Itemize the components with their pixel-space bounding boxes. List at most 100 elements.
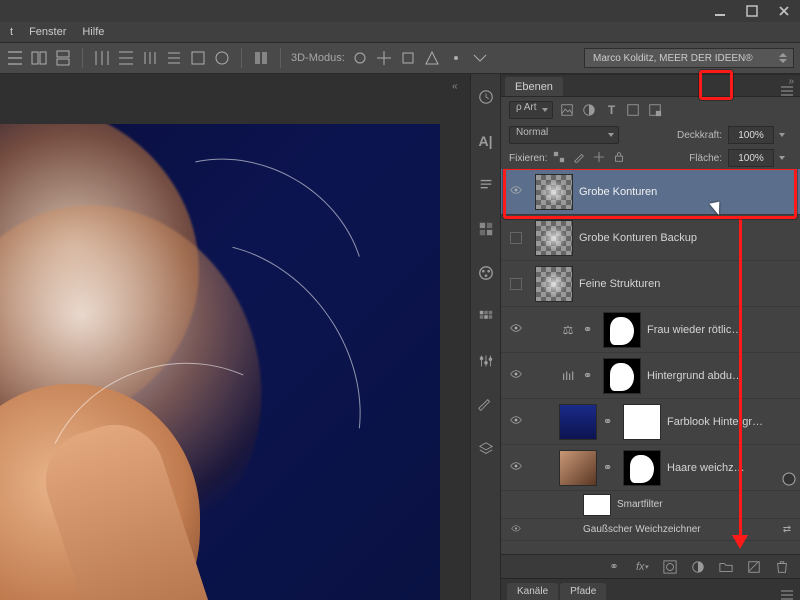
- opacity-value[interactable]: 100%: [728, 126, 774, 144]
- window-close-button[interactable]: [768, 0, 800, 22]
- layer-row[interactable]: Grobe Konturen Backup: [501, 215, 800, 261]
- document-canvas[interactable]: [0, 124, 440, 600]
- layer-thumbnail[interactable]: [535, 174, 573, 210]
- 3d-icon[interactable]: [351, 49, 369, 67]
- visibility-toggle[interactable]: [503, 278, 529, 290]
- layer-thumbnail[interactable]: [559, 450, 597, 486]
- distribute-icon[interactable]: [213, 49, 231, 67]
- blend-mode-select[interactable]: Normal: [509, 126, 619, 144]
- filter-shape-icon[interactable]: [625, 102, 641, 118]
- color-icon[interactable]: [477, 264, 495, 282]
- layer-row-grobe-konturen[interactable]: Grobe Konturen: [501, 169, 800, 215]
- visibility-toggle[interactable]: [506, 525, 527, 535]
- layer-name[interactable]: Haare weichz…: [667, 462, 796, 474]
- smartfilter-row[interactable]: Smartfilter: [501, 491, 800, 519]
- filter-mask-thumbnail[interactable]: [583, 494, 611, 516]
- layer-name[interactable]: Frau wieder rötlic…: [647, 324, 796, 336]
- adjustment-layer-icon[interactable]: [690, 559, 706, 575]
- layer-mask-thumbnail[interactable]: [603, 358, 641, 394]
- brush-icon[interactable]: [477, 396, 495, 414]
- adjustments-icon[interactable]: [477, 352, 495, 370]
- visibility-toggle[interactable]: [503, 186, 529, 198]
- layer-filter-select[interactable]: ρArt: [509, 101, 553, 119]
- window-minimize-button[interactable]: [704, 0, 736, 22]
- link-icon[interactable]: ⚭: [583, 323, 597, 336]
- layer-name[interactable]: Feine Strukturen: [579, 278, 796, 290]
- filter-options-icon[interactable]: ⇄: [778, 524, 796, 535]
- menu-item[interactable]: t: [2, 24, 21, 40]
- filter-adjustment-icon[interactable]: [581, 102, 597, 118]
- swatches-icon[interactable]: [477, 220, 495, 238]
- layers-icon[interactable]: [477, 440, 495, 458]
- distribute-icon[interactable]: [117, 49, 135, 67]
- distribute-icon[interactable]: [165, 49, 183, 67]
- channels-tab[interactable]: Kanäle: [507, 583, 558, 600]
- lock-position-icon[interactable]: [593, 151, 607, 165]
- 3d-icon[interactable]: [447, 49, 465, 67]
- layer-row[interactable]: Feine Strukturen: [501, 261, 800, 307]
- layer-mask-thumbnail[interactable]: [603, 312, 641, 348]
- layer-style-icon[interactable]: fx▾: [634, 559, 650, 575]
- lock-pixels-icon[interactable]: [573, 151, 587, 165]
- visibility-toggle[interactable]: [503, 232, 529, 244]
- distribute-icon[interactable]: [189, 49, 207, 67]
- new-layer-icon[interactable]: [746, 559, 762, 575]
- layers-tab[interactable]: Ebenen: [505, 77, 563, 96]
- link-icon[interactable]: ⚭: [583, 369, 597, 382]
- filter-smart-icon[interactable]: [647, 102, 663, 118]
- fill-value[interactable]: 100%: [728, 149, 774, 167]
- visibility-toggle[interactable]: [503, 416, 529, 428]
- layer-name[interactable]: Hintergrund abdu…: [647, 370, 796, 382]
- character-icon[interactable]: A|: [477, 132, 495, 150]
- align-icon[interactable]: [6, 49, 24, 67]
- delete-layer-icon[interactable]: [774, 559, 790, 575]
- 3d-icon[interactable]: [399, 49, 417, 67]
- layer-row[interactable]: ılıl ⚭ Hintergrund abdu…: [501, 353, 800, 399]
- workspace-select[interactable]: Marco Kolditz, MEER DER IDEEN®: [584, 48, 794, 68]
- layer-name[interactable]: Farblook Hintergr…: [667, 416, 796, 428]
- layer-mask-thumbnail[interactable]: [623, 450, 661, 486]
- align-icon[interactable]: [30, 49, 48, 67]
- menu-item-fenster[interactable]: Fenster: [21, 24, 74, 40]
- panels-dock: » Ebenen ρArt T Normal Deckkraft: 1: [500, 74, 800, 600]
- gaussian-label[interactable]: Gaußscher Weichzeichner: [583, 524, 701, 535]
- layer-row[interactable]: ⚖ ⚭ Frau wieder rötlic…: [501, 307, 800, 353]
- link-icon[interactable]: ⚭: [603, 461, 617, 474]
- visibility-toggle[interactable]: [503, 324, 529, 336]
- panel-menu-icon[interactable]: [774, 590, 800, 600]
- distribute-icon[interactable]: [141, 49, 159, 67]
- layer-row[interactable]: ⚭ Haare weichz…: [501, 445, 800, 491]
- panel-menu-icon[interactable]: [774, 86, 800, 96]
- lock-all-icon[interactable]: [613, 151, 627, 165]
- 3d-icon[interactable]: [375, 49, 393, 67]
- layer-thumbnail[interactable]: [535, 220, 573, 256]
- distribute-icon[interactable]: [93, 49, 111, 67]
- layer-mask-icon[interactable]: [662, 559, 678, 575]
- layer-row[interactable]: ⚭ Farblook Hintergr…: [501, 399, 800, 445]
- visibility-toggle[interactable]: [503, 462, 529, 474]
- group-icon[interactable]: [718, 559, 734, 575]
- history-icon[interactable]: [477, 88, 495, 106]
- paths-tab[interactable]: Pfade: [560, 583, 606, 600]
- layer-name[interactable]: Grobe Konturen: [579, 186, 796, 198]
- lock-transparency-icon[interactable]: [553, 151, 567, 165]
- align-icon[interactable]: [252, 49, 270, 67]
- layer-thumbnail[interactable]: [535, 266, 573, 302]
- filter-pixel-icon[interactable]: [559, 102, 575, 118]
- 3d-icon[interactable]: [471, 49, 489, 67]
- styles-icon[interactable]: [477, 308, 495, 326]
- paragraph-icon[interactable]: [477, 176, 495, 194]
- layer-thumbnail[interactable]: [559, 404, 597, 440]
- gaussian-row[interactable]: Gaußscher Weichzeichner ⇄: [501, 519, 800, 541]
- menu-item-hilfe[interactable]: Hilfe: [74, 24, 112, 40]
- filter-type-icon[interactable]: T: [603, 102, 619, 118]
- layer-name[interactable]: Grobe Konturen Backup: [579, 232, 796, 244]
- 3d-icon[interactable]: [423, 49, 441, 67]
- align-icon[interactable]: [54, 49, 72, 67]
- link-layers-icon[interactable]: ⚭: [606, 559, 622, 575]
- layer-mask-thumbnail[interactable]: [623, 404, 661, 440]
- link-icon[interactable]: ⚭: [603, 415, 617, 428]
- window-maximize-button[interactable]: [736, 0, 768, 22]
- canvas-area[interactable]: [0, 74, 470, 600]
- visibility-toggle[interactable]: [503, 370, 529, 382]
